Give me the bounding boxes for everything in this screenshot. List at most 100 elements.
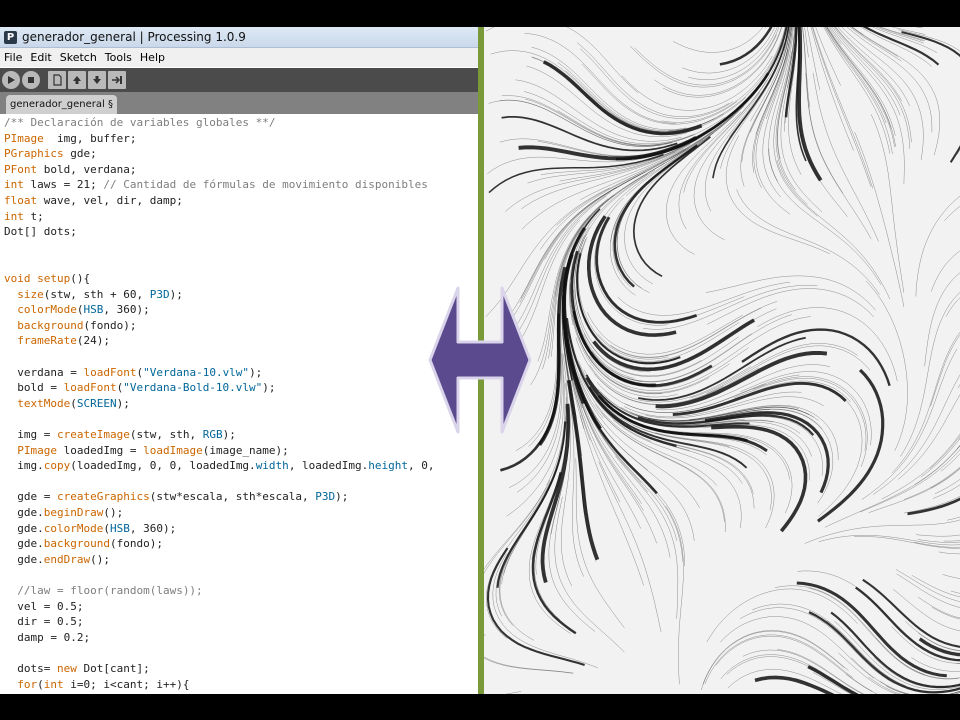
code-token: Dot[cant]; bbox=[76, 662, 150, 675]
code-token: , 360); bbox=[129, 521, 177, 535]
code-token: gde. bbox=[4, 506, 44, 519]
code-token: HSB bbox=[109, 521, 130, 535]
menu-bar: File Edit Sketch Tools Help bbox=[0, 48, 478, 67]
code-token: loadFont bbox=[83, 365, 137, 379]
code-token: gde. bbox=[4, 537, 44, 551]
code-editor[interactable]: /** Declaración de variables globales **… bbox=[0, 114, 478, 694]
code-line: for(int i=0; i<cant; i++){ bbox=[4, 677, 189, 693]
menu-file[interactable]: File bbox=[0, 51, 26, 64]
code-line: float wave, vel, dir, damp; bbox=[4, 193, 183, 209]
code-line: int laws = 21; // Cantidad de fórmulas d… bbox=[4, 177, 428, 193]
stop-button[interactable] bbox=[22, 71, 40, 89]
code-line: frameRate(24); bbox=[4, 333, 110, 349]
code-token: (24); bbox=[76, 334, 110, 348]
code-token: height bbox=[368, 459, 409, 473]
code-token: t; bbox=[23, 209, 44, 223]
run-button[interactable] bbox=[2, 71, 20, 89]
flow-field-artwork bbox=[484, 27, 960, 694]
code-token: textMode bbox=[17, 396, 71, 410]
code-token: Dot[] dots; bbox=[4, 225, 77, 239]
code-token: PImage bbox=[4, 131, 44, 145]
code-token: P3D bbox=[315, 490, 336, 504]
export-icon bbox=[112, 76, 122, 84]
code-token: (); bbox=[90, 552, 110, 566]
processing-app-icon: P bbox=[4, 30, 17, 44]
code-token: (loadedImg, 0, 0, loadedImg. bbox=[70, 459, 256, 473]
code-token: damp = 0.2; bbox=[4, 630, 91, 644]
code-token: (image_name); bbox=[202, 443, 289, 457]
code-line: img = createImage(stw, sth, RGB); bbox=[4, 427, 236, 443]
code-token: bold, verdana; bbox=[37, 162, 137, 176]
code-line: /** Declaración de variables globales **… bbox=[4, 115, 276, 131]
code-token: frameRate bbox=[17, 334, 77, 348]
tab-bar: generador_general § bbox=[0, 92, 478, 114]
save-button[interactable] bbox=[88, 71, 106, 89]
new-button[interactable] bbox=[48, 71, 66, 89]
code-line: PFont bold, verdana; bbox=[4, 162, 136, 178]
code-token: createGraphics bbox=[56, 490, 150, 504]
code-token: // Cantidad de fórmulas de movimiento di… bbox=[103, 178, 428, 192]
code-token: loadFont bbox=[63, 381, 117, 395]
code-token: size bbox=[17, 287, 44, 301]
flow-field-artwork-image bbox=[484, 27, 960, 694]
code-token: (fondo); bbox=[83, 318, 137, 332]
code-token: ( bbox=[37, 677, 44, 691]
code-token: int bbox=[4, 209, 24, 223]
code-token: HSB bbox=[83, 303, 104, 317]
code-token: , 0, bbox=[408, 459, 435, 473]
code-token: gde. bbox=[4, 521, 44, 535]
code-line: verdana = loadFont("Verdana-10.vlw"); bbox=[4, 365, 262, 381]
code-token: float bbox=[4, 194, 38, 207]
code-line: //law = floor(random(laws)); bbox=[4, 583, 202, 599]
code-token: colorMode bbox=[17, 303, 77, 317]
code-token: PGraphics bbox=[4, 147, 64, 161]
code-token: int bbox=[43, 677, 64, 691]
window-title: generador_general | Processing 1.0.9 bbox=[22, 30, 246, 44]
code-token: (stw, sth, bbox=[129, 428, 203, 441]
menu-tools[interactable]: Tools bbox=[101, 51, 136, 64]
code-token: (stw*escala, sth*escala, bbox=[149, 490, 316, 504]
double-arrow-icon bbox=[428, 286, 532, 434]
code-token: beginDraw bbox=[43, 506, 104, 519]
code-token: setup bbox=[37, 272, 71, 285]
code-token: ); bbox=[249, 365, 263, 379]
code-token: "Verdana-10.vlw" bbox=[143, 365, 250, 379]
code-line: bold = loadFont("Verdana-Bold-10.vlw"); bbox=[4, 380, 275, 396]
code-line: background(fondo); bbox=[4, 318, 136, 334]
code-token: background bbox=[17, 318, 84, 332]
code-token: void bbox=[4, 272, 31, 285]
window-titlebar: P generador_general | Processing 1.0.9 bbox=[0, 27, 478, 48]
toolbar bbox=[0, 68, 478, 92]
code-token: , loadedImg. bbox=[288, 459, 369, 473]
code-token: img. bbox=[4, 459, 44, 473]
code-token: (){ bbox=[70, 272, 91, 285]
menu-sketch[interactable]: Sketch bbox=[56, 51, 101, 64]
code-line: vel = 0.5; bbox=[4, 599, 83, 615]
code-line: dir = 0.5; bbox=[4, 614, 83, 630]
code-line: gde.colorMode(HSB, 360); bbox=[4, 521, 176, 537]
code-token: for bbox=[17, 677, 38, 691]
tab-generador-general[interactable]: generador_general § bbox=[6, 95, 117, 114]
code-token: ); bbox=[169, 287, 183, 301]
code-line: gde.beginDraw(); bbox=[4, 505, 123, 521]
export-button[interactable] bbox=[108, 71, 126, 89]
code-token: (fondo); bbox=[109, 537, 163, 551]
menu-edit[interactable]: Edit bbox=[26, 51, 55, 64]
code-token: SCREEN bbox=[76, 396, 117, 410]
open-button[interactable] bbox=[68, 71, 86, 89]
code-token: int bbox=[4, 178, 24, 192]
code-line: gde.endDraw(); bbox=[4, 552, 110, 568]
menu-help[interactable]: Help bbox=[136, 51, 169, 64]
code-token: gde; bbox=[63, 147, 97, 161]
code-token: PImage bbox=[17, 443, 57, 457]
code-token: (); bbox=[103, 506, 124, 519]
code-token: loadedImg = bbox=[57, 443, 144, 457]
code-token: , 360); bbox=[103, 303, 150, 317]
code-token: ); bbox=[222, 428, 236, 441]
code-line: PImage loadedImg = loadImage(image_name)… bbox=[4, 443, 289, 459]
